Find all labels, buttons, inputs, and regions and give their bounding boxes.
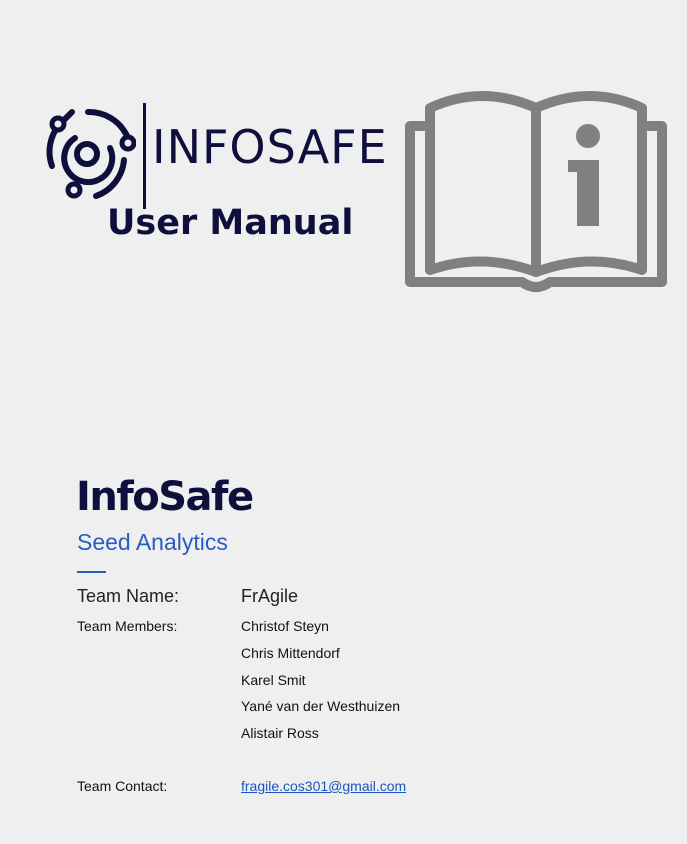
team-name-value: FrAgile [241, 586, 299, 606]
info-book-icon [405, 91, 667, 292]
logo-divider [143, 103, 146, 209]
team-member: Chris Mittendorf [241, 645, 340, 661]
team-contact-label: Team Contact: [77, 778, 168, 794]
project-title: InfoSafe [76, 474, 254, 520]
team-member: Yané van der Westhuizen [241, 698, 401, 714]
team-member: Karel Smit [241, 672, 306, 688]
team-name-label: Team Name: [77, 586, 180, 606]
team-member: Christof Steyn [241, 618, 329, 634]
team-members-label: Team Members: [77, 618, 178, 634]
accent-rule [77, 571, 106, 573]
document-subtitle: User Manual [107, 203, 354, 243]
brand-wordmark: INFOSAFE [152, 120, 388, 174]
contact-email-link[interactable]: fragile.cos301@gmail.com [241, 778, 406, 794]
company-name: Seed Analytics [77, 529, 228, 555]
team-member: Alistair Ross [241, 725, 319, 741]
infosafe-logo-icon [46, 108, 136, 199]
